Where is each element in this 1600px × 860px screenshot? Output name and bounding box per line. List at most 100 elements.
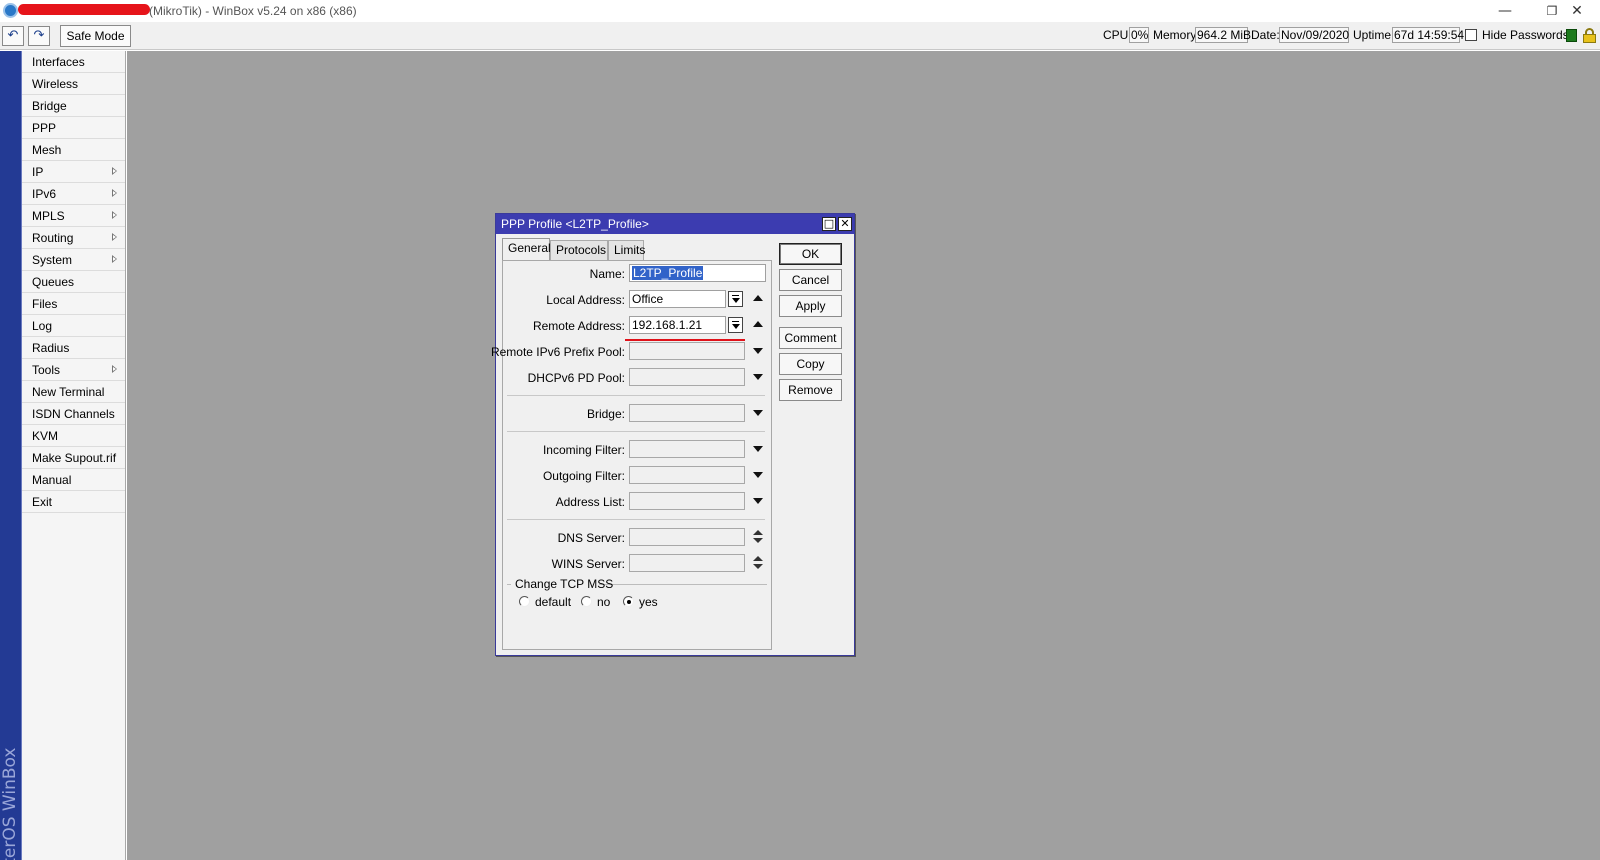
tab-general[interactable]: General [502, 238, 551, 261]
menu-item-label: KVM [32, 429, 59, 443]
menu-item-mesh[interactable]: Mesh [22, 139, 125, 161]
menu-item-wireless[interactable]: Wireless [22, 73, 125, 95]
tcp-mss-default-option[interactable]: default [519, 595, 579, 611]
remote-address-dropdown-icon[interactable] [728, 317, 743, 333]
remote-ipv6-prefix-pool-input[interactable] [629, 342, 745, 360]
name-input[interactable]: L2TP_Profile [629, 264, 766, 282]
copy-button[interactable]: Copy [779, 353, 842, 375]
dhcpv6-pd-pool-input[interactable] [629, 368, 745, 386]
menu-item-label: Wireless [32, 77, 79, 91]
menu-item-log[interactable]: Log [22, 315, 125, 337]
menu-item-mpls[interactable]: MPLS [22, 205, 125, 227]
tcp-mss-no-radio[interactable] [581, 596, 592, 607]
dhcpv6-pd-pool-expand-icon[interactable] [753, 374, 763, 380]
local-address-dropdown-icon[interactable] [728, 291, 743, 307]
cancel-button[interactable]: Cancel [779, 269, 842, 291]
outgoing-filter-label: Outgoing Filter: [542, 469, 625, 483]
redo-button[interactable]: ↷ [28, 26, 50, 46]
bridge-input[interactable] [629, 404, 745, 422]
menu-item-new-terminal[interactable]: New Terminal [22, 381, 125, 403]
menu-item-kvm[interactable]: KVM [22, 425, 125, 447]
tcp-mss-no-label: no [597, 595, 611, 609]
change-tcp-mss-label: Change TCP MSS [515, 577, 614, 591]
local-address-collapse-icon[interactable] [753, 295, 763, 301]
dialog-close-button[interactable]: ✕ [838, 217, 852, 231]
comment-button[interactable]: Comment [779, 327, 842, 349]
menu-item-ppp[interactable]: PPP [22, 117, 125, 139]
outgoing-filter-expand-icon[interactable] [753, 472, 763, 478]
menu-item-manual[interactable]: Manual [22, 469, 125, 491]
uptime-label: Uptime: [1353, 28, 1395, 42]
safe-mode-button[interactable]: Safe Mode [60, 25, 131, 47]
dns-server-updown-icon[interactable] [753, 529, 763, 545]
menu-item-label: MPLS [32, 209, 65, 223]
outgoing-filter-input[interactable] [629, 466, 745, 484]
menu-item-system[interactable]: System [22, 249, 125, 271]
menu-item-bridge[interactable]: Bridge [22, 95, 125, 117]
minimize-button[interactable]: — [1482, 1, 1528, 21]
dialog-title-bar[interactable]: PPP Profile <L2TP_Profile> [496, 214, 854, 234]
menu-item-label: IPv6 [32, 187, 57, 201]
remote-address-input[interactable]: 192.168.1.21 [629, 316, 726, 334]
redo-icon: ↷ [33, 28, 45, 43]
menu-item-radius[interactable]: Radius [22, 337, 125, 359]
separator [507, 395, 765, 396]
hide-passwords-label: Hide Passwords [1482, 28, 1569, 42]
menu-item-routing[interactable]: Routing [22, 227, 125, 249]
incoming-filter-expand-icon[interactable] [753, 446, 763, 452]
bridge-expand-icon[interactable] [753, 410, 763, 416]
main-toolbar: ↶ ↷ Safe Mode CPU: 0% Memory: 964.2 MiB … [0, 22, 1600, 50]
menu-item-tools[interactable]: Tools [22, 359, 125, 381]
menu-item-interfaces[interactable]: Interfaces [22, 51, 125, 73]
window-title: (MikroTik) - WinBox v5.24 on x86 (x86) [149, 4, 357, 18]
tab-limits[interactable]: Limits [608, 240, 645, 260]
tcp-mss-yes-radio[interactable] [623, 596, 634, 607]
remove-button[interactable]: Remove [779, 379, 842, 401]
close-window-button[interactable]: ✕ [1554, 1, 1600, 21]
remote-ipv6-prefix-pool-expand-icon[interactable] [753, 348, 763, 354]
address-list-input[interactable] [629, 492, 745, 510]
menu-item-isdn-channels[interactable]: ISDN Channels [22, 403, 125, 425]
address-list-expand-icon[interactable] [753, 498, 763, 504]
apply-button[interactable]: Apply [779, 295, 842, 317]
menu-item-make-supout-rif[interactable]: Make Supout.rif [22, 447, 125, 469]
group-border [507, 584, 511, 585]
menu-item-queues[interactable]: Queues [22, 271, 125, 293]
redacted-router-name [18, 4, 150, 15]
menu-item-label: New Terminal [32, 385, 105, 399]
menu-item-ip[interactable]: IP [22, 161, 125, 183]
wins-server-input[interactable] [629, 554, 745, 572]
local-address-input[interactable]: Office [629, 290, 726, 308]
tcp-mss-yes-option[interactable]: yes [623, 595, 663, 611]
incoming-filter-input[interactable] [629, 440, 745, 458]
tab-protocols[interactable]: Protocols [550, 240, 608, 260]
hide-passwords-checkbox[interactable] [1465, 29, 1477, 41]
menu-item-label: Routing [32, 231, 74, 245]
menu-item-label: PPP [32, 121, 57, 135]
remote-address-collapse-icon[interactable] [753, 321, 763, 327]
separator [507, 431, 765, 432]
memory-label: Memory: [1153, 28, 1200, 42]
dns-server-input[interactable] [629, 528, 745, 546]
wins-server-updown-icon[interactable] [753, 555, 763, 571]
menu-item-files[interactable]: Files [22, 293, 125, 315]
menu-item-label: ISDN Channels [32, 407, 115, 421]
ok-button[interactable]: OK [779, 243, 842, 265]
undo-button[interactable]: ↶ [2, 26, 24, 46]
incoming-filter-label: Incoming Filter: [542, 443, 625, 457]
tcp-mss-no-option[interactable]: no [581, 595, 621, 611]
outgoing-filter-row: Outgoing Filter: [503, 466, 773, 486]
menu-item-label: Radius [32, 341, 70, 355]
menu-item-label: Log [32, 319, 53, 333]
dialog-restore-button[interactable]: □ [822, 217, 836, 231]
menu-item-exit[interactable]: Exit [22, 491, 125, 513]
menu-item-label: Mesh [32, 143, 62, 157]
tcp-mss-yes-label: yes [639, 595, 658, 609]
dialog-title: PPP Profile <L2TP_Profile> [501, 217, 649, 231]
menu-item-ipv6[interactable]: IPv6 [22, 183, 125, 205]
address-list-label: Address List: [555, 495, 625, 509]
local-address-label: Local Address: [546, 293, 625, 307]
brand-label: RouterOS WinBox [0, 747, 20, 860]
tcp-mss-default-radio[interactable] [519, 596, 530, 607]
name-label: Name: [589, 267, 625, 281]
